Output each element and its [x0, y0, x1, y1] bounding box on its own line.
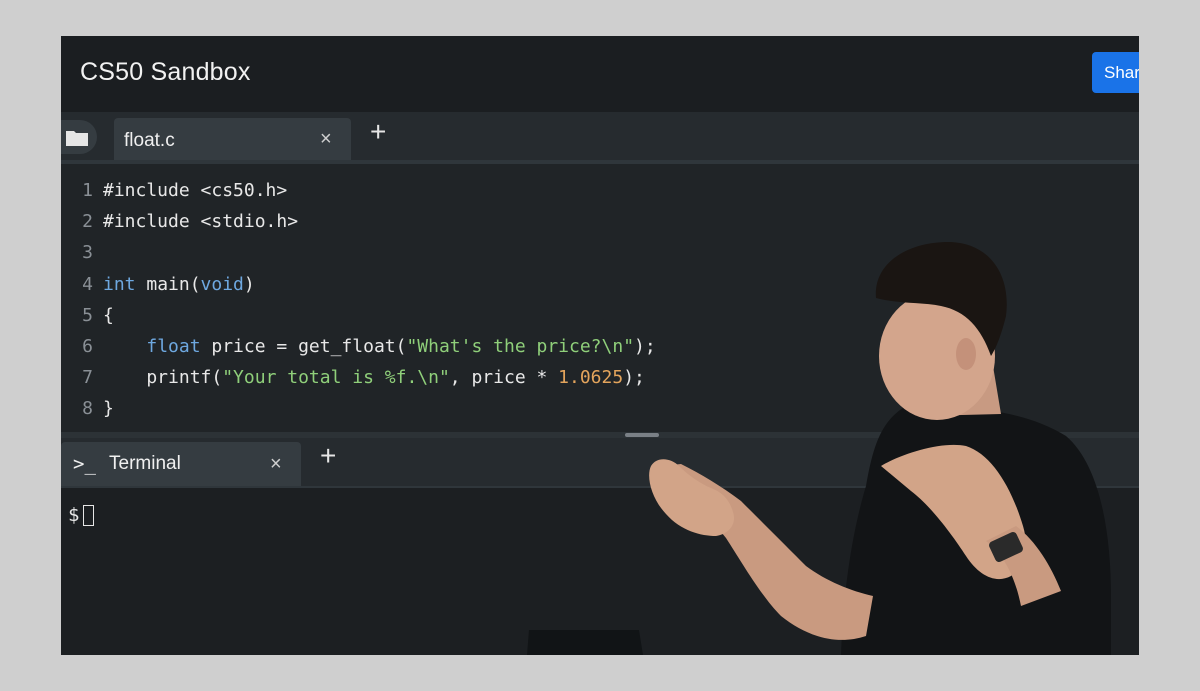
sandbox-window: CS50 Sandbox Share float.c × + 1#include…: [61, 36, 1139, 655]
presenter-image: [527, 241, 1111, 655]
